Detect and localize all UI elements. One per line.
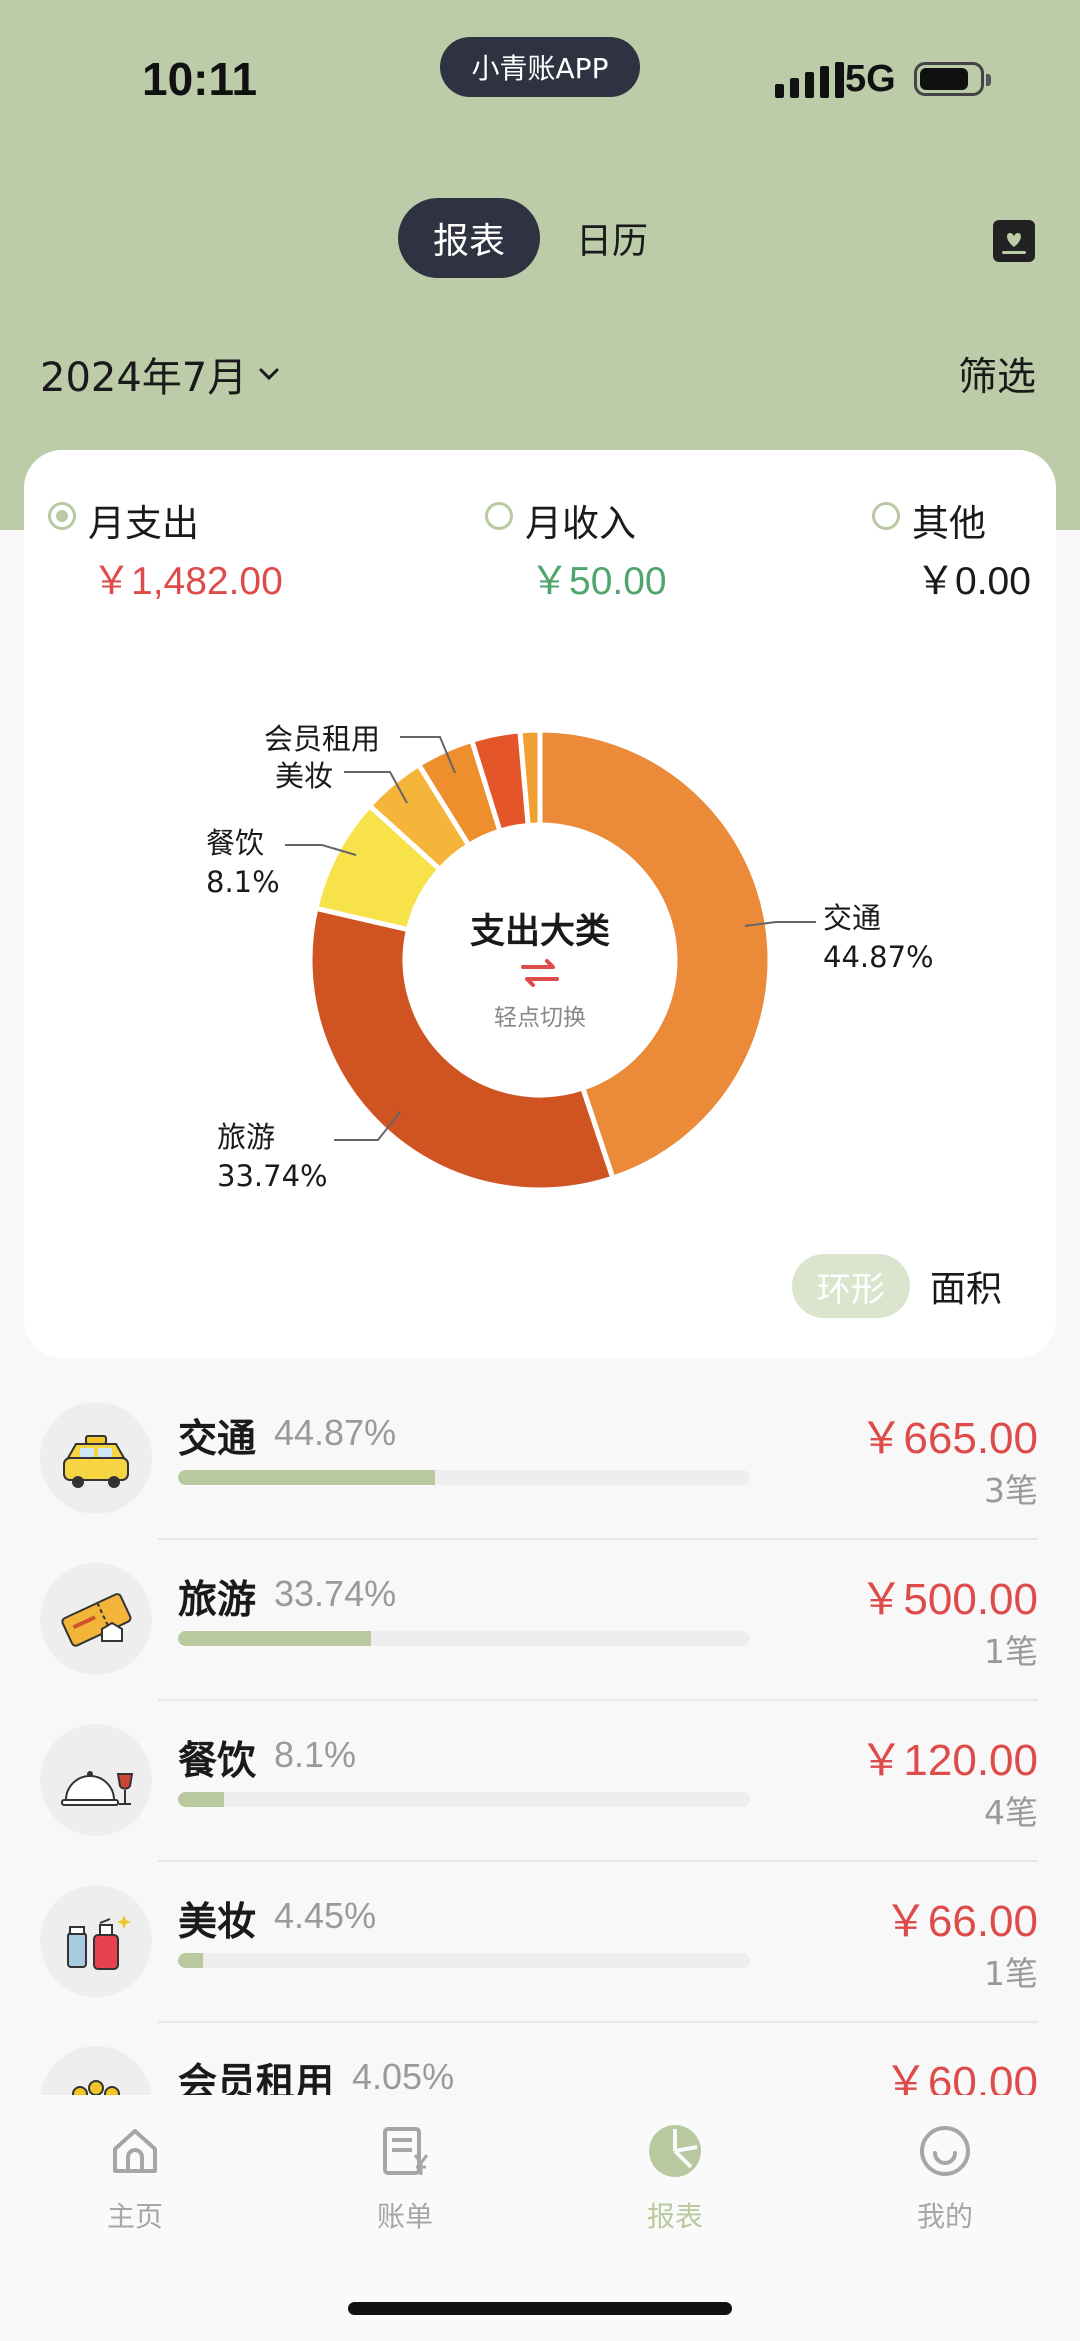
nav-bill[interactable]: 账单	[315, 2095, 495, 2245]
donut-chart[interactable]	[0, 0, 1080, 1400]
category-name: 餐饮	[178, 1739, 257, 1784]
cosmetics-icon	[40, 1885, 152, 1997]
category-percent: 8.1%	[274, 1734, 357, 1775]
report-pie-icon	[649, 2125, 701, 2177]
chart-center-title[interactable]: 支出大类	[440, 903, 640, 954]
ring-mode-button[interactable]: 环形	[792, 1254, 910, 1318]
progress-track	[178, 1953, 750, 1968]
profile-icon	[920, 2126, 970, 2176]
nav-label: 账单	[376, 2200, 433, 2233]
ticket-icon	[40, 1563, 152, 1675]
row-divider	[158, 1699, 1038, 1701]
category-count: 3笔	[984, 1471, 1038, 1510]
progress-track	[178, 1631, 750, 1646]
bill-icon	[383, 2127, 429, 2175]
category-amount: ￥665.00	[859, 1414, 1038, 1463]
nav-label: 我的	[916, 2200, 973, 2233]
chart-label-transport: 交通 44.87%	[823, 901, 934, 974]
home-icon	[113, 2129, 157, 2173]
nav-label: 报表	[646, 2200, 703, 2233]
category-percent: 4.45%	[274, 1895, 377, 1936]
chart-label-membership: 会员租用	[264, 722, 381, 756]
list-item-travel[interactable]: 旅游 33.74% ￥500.00 1笔	[0, 1541, 1080, 1701]
dining-icon	[40, 1724, 152, 1836]
taxi-icon	[40, 1402, 152, 1514]
category-amount: ￥66.00	[883, 1897, 1038, 1946]
category-name: 交通	[178, 1417, 257, 1462]
progress-fill	[178, 1631, 371, 1646]
nav-profile[interactable]: 我的	[855, 2095, 1035, 2245]
row-divider	[158, 2021, 1038, 2023]
chart-center-hint: 轻点切换	[494, 1005, 586, 1031]
progress-fill	[178, 1792, 225, 1807]
category-amount: ￥500.00	[859, 1575, 1038, 1624]
category-percent: 33.74%	[274, 1573, 397, 1614]
chart-label-dining: 餐饮 8.1%	[206, 826, 280, 899]
progress-fill	[178, 1470, 435, 1485]
list-item-dining[interactable]: 餐饮 8.1% ￥120.00 4笔	[0, 1702, 1080, 1862]
nav-report[interactable]: 报表	[585, 2095, 765, 2245]
category-percent: 44.87%	[274, 1412, 397, 1453]
list-item-transport[interactable]: 交通 44.87% ￥665.00 3笔	[0, 1380, 1080, 1540]
home-indicator	[348, 2302, 732, 2315]
nav-home[interactable]: 主页	[45, 2095, 225, 2245]
category-name: 美妆	[178, 1900, 257, 1945]
row-divider	[158, 1538, 1038, 1540]
chart-label-travel: 旅游 33.74%	[217, 1120, 328, 1193]
category-amount: ￥120.00	[859, 1736, 1038, 1785]
category-count: 1笔	[984, 1632, 1038, 1671]
switch-arrows-icon[interactable]	[517, 955, 563, 991]
category-name: 旅游	[178, 1578, 257, 1623]
progress-track	[178, 1470, 750, 1485]
category-count: 4笔	[984, 1793, 1038, 1832]
nav-label: 主页	[106, 2200, 163, 2233]
list-item-beauty[interactable]: 美妆 4.45% ￥66.00 1笔	[0, 1863, 1080, 2023]
category-count: 1笔	[984, 1954, 1038, 1993]
category-percent: 4.05%	[352, 2056, 455, 2097]
progress-track	[178, 1792, 750, 1807]
progress-fill	[178, 1953, 204, 1968]
chart-label-beauty: 美妆	[275, 759, 334, 793]
row-divider	[158, 1860, 1038, 1862]
area-mode-button[interactable]: 面积	[930, 1260, 1002, 1312]
